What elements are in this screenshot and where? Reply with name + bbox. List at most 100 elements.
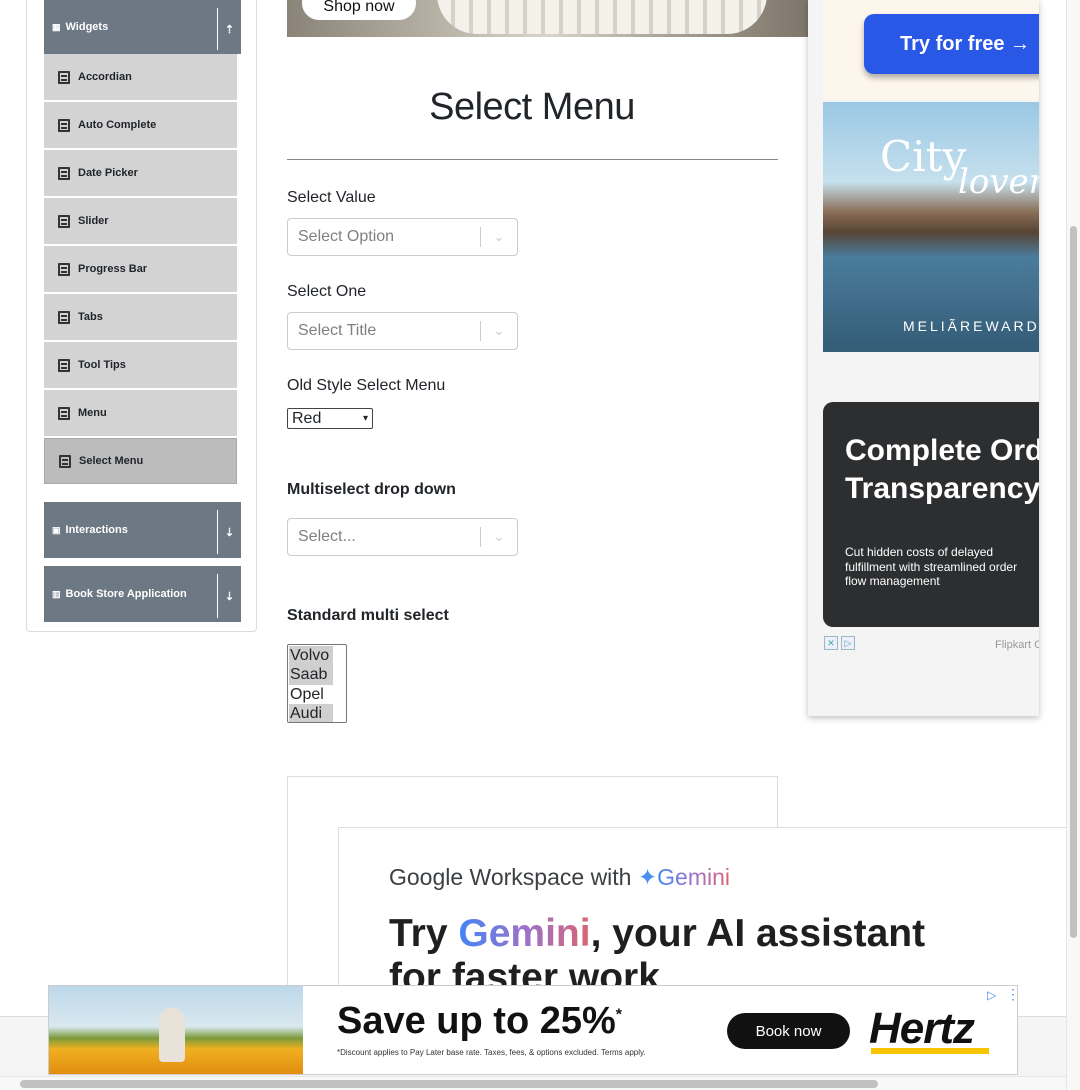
horizontal-scrollbar[interactable]	[0, 1076, 1066, 1090]
sidebar-item-tabs[interactable]: Tabs	[44, 294, 237, 340]
try-for-free-button[interactable]: Try for free →	[864, 14, 1039, 74]
melia-rewards-logo: MELIÃREWARDS	[903, 318, 1039, 334]
group-header-widgets[interactable]: ▦ Widgets ⇡	[44, 0, 241, 54]
top-ad-banner[interactable]: Shop now	[287, 0, 808, 37]
html5-icon	[58, 70, 70, 84]
select-value-label: Select Value	[287, 189, 376, 206]
flower-field-image	[49, 986, 303, 1074]
advertiser-name: Flipkart Commerce	[995, 639, 1039, 651]
standard-multi-select[interactable]: Volvo Saab Opel Audi	[287, 644, 347, 723]
multi-option-volvo[interactable]: Volvo	[289, 646, 333, 666]
group-header-label: Book Store Application	[65, 588, 187, 600]
chevron-down-icon[interactable]: ⌄	[481, 529, 517, 545]
html5-icon	[58, 358, 70, 372]
gemini-headline-prefix: Try	[389, 912, 459, 955]
horizontal-scroll-thumb[interactable]	[20, 1080, 878, 1088]
page-title: Select Menu	[429, 86, 635, 128]
vertical-scrollbar[interactable]	[1066, 0, 1080, 1090]
chevron-down-icon[interactable]: ⌄	[481, 229, 517, 245]
sidebar-item-accordian[interactable]: Accordian	[44, 54, 237, 100]
asterisk: *	[615, 1006, 622, 1024]
html5-icon	[58, 262, 70, 276]
group-header-label: Interactions	[65, 524, 128, 536]
order-ad-title-line2: Transparency	[845, 472, 1039, 505]
sidebar-item-menu[interactable]: Menu	[44, 390, 237, 436]
multiselect-label: Multiselect drop down	[287, 481, 456, 498]
sidebar-item-progress-bar[interactable]: Progress Bar	[44, 246, 237, 292]
collapse-up-icon[interactable]: ⇡	[217, 8, 241, 50]
chevron-down-icon[interactable]: ⌄	[481, 323, 517, 339]
close-ad-icon[interactable]: ✕	[824, 636, 838, 650]
select-value-placeholder: Select Option	[298, 228, 395, 245]
widgets-menu-list: Accordian Auto Complete Date Picker Slid…	[44, 54, 237, 486]
try-free-ad[interactable]: Try for free →	[823, 0, 1039, 100]
select-value-dropdown[interactable]: Select Option ⌄	[287, 218, 518, 256]
sidebar-item-label: Menu	[78, 407, 107, 419]
hertz-logo-underline	[871, 1048, 989, 1054]
adchoices-icon[interactable]: ▷	[841, 636, 855, 650]
old-style-select[interactable]: Red ▾	[287, 408, 373, 429]
adchoices-icon[interactable]: ▷	[987, 988, 996, 1002]
gemini-spark-icon: ✦	[637, 864, 658, 890]
select-one-placeholder: Select Title	[298, 322, 377, 339]
widgets-grid-icon: ▦	[52, 21, 61, 32]
sidebar-item-label: Select Menu	[79, 455, 144, 467]
hertz-fine-print: *Discount applies to Pay Later base rate…	[337, 1048, 646, 1057]
multiselect-dropdown[interactable]: Select... ⌄	[287, 518, 518, 556]
title-divider	[287, 159, 778, 160]
shoe-image	[437, 0, 767, 34]
shop-now-button[interactable]: Shop now	[302, 0, 416, 20]
hertz-headline-text: Save up to 25%	[337, 1000, 616, 1042]
sidebar-item-slider[interactable]: Slider	[44, 198, 237, 244]
html5-icon	[58, 214, 70, 228]
html5-icon	[58, 406, 70, 420]
multi-option-saab[interactable]: Saab	[289, 665, 333, 685]
chevron-down-icon: ▾	[362, 413, 368, 424]
html5-icon	[58, 166, 70, 180]
gemini-heading-prefix: Google Workspace with	[389, 864, 638, 890]
sidebar-item-label: Tool Tips	[78, 359, 126, 371]
sidebar-item-label: Accordian	[78, 71, 132, 83]
order-transparency-ad[interactable]: Complete Order Transparency Cut hidden c…	[823, 402, 1039, 627]
more-options-icon[interactable]: ⋮	[1006, 986, 1017, 1003]
select-one-dropdown[interactable]: Select Title ⌄	[287, 312, 518, 350]
multi-option-audi[interactable]: Audi	[289, 703, 333, 722]
vertical-scroll-thumb[interactable]	[1070, 226, 1077, 938]
left-sidebar: ▦ Widgets ⇡ Accordian Auto Complete Date…	[26, 0, 257, 632]
sidebar-item-auto-complete[interactable]: Auto Complete	[44, 102, 237, 148]
city-word: City	[880, 132, 967, 181]
sidebar-item-label: Auto Complete	[78, 119, 157, 131]
expand-down-icon[interactable]: ⇣	[217, 510, 241, 554]
books-icon: ▥	[52, 588, 61, 599]
order-ad-title-line1: Complete Order	[845, 434, 1039, 467]
gemini-headline-suffix: , your AI assistant	[590, 912, 926, 955]
group-header-book-store[interactable]: ▥ Book Store Application ⇣	[44, 566, 241, 622]
sidebar-item-tool-tips[interactable]: Tool Tips	[44, 342, 237, 388]
lovers-word: lovers	[958, 162, 1039, 202]
gemini-headline-word: Gemini	[458, 912, 591, 955]
sidebar-item-label: Date Picker	[78, 167, 138, 179]
sidebar-item-label: Progress Bar	[78, 263, 148, 275]
html5-icon	[59, 454, 71, 468]
gemini-ad-heading: Google Workspace with ✦Gemini	[389, 864, 730, 891]
sidebar-item-date-picker[interactable]: Date Picker	[44, 150, 237, 196]
sidebar-item-label: Tabs	[78, 311, 103, 323]
sidebar-item-label: Slider	[78, 215, 109, 227]
city-lovers-ad[interactable]: City lovers MELIÃREWARDS	[823, 102, 1039, 352]
old-style-label: Old Style Select Menu	[287, 377, 446, 394]
book-now-button[interactable]: Book now	[727, 1013, 850, 1049]
group-header-interactions[interactable]: ▣ Interactions ⇣	[44, 502, 241, 558]
expand-down-icon[interactable]: ⇣	[217, 574, 241, 618]
group-header-label: Widgets	[65, 21, 109, 33]
interactions-icon: ▣	[52, 524, 61, 535]
gemini-word: Gemini	[657, 864, 730, 890]
old-style-value: Red	[292, 409, 322, 427]
html5-icon	[58, 310, 70, 324]
multi-option-opel[interactable]: Opel	[289, 685, 333, 704]
standard-multi-label: Standard multi select	[287, 607, 449, 624]
sidebar-item-select-menu[interactable]: Select Menu	[44, 438, 237, 484]
order-ad-text: Cut hidden costs of delayed fulfillment …	[845, 545, 1018, 588]
hertz-ad[interactable]: Save up to 25%* *Discount applies to Pay…	[48, 985, 1018, 1075]
hertz-logo: Hertz	[869, 1004, 975, 1053]
multiselect-placeholder: Select...	[298, 528, 356, 545]
